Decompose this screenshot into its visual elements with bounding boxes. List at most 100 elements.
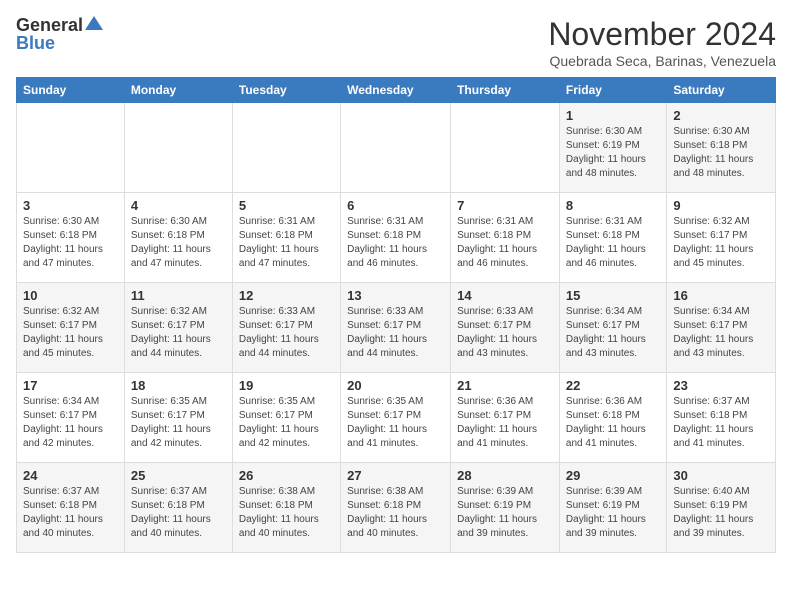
day-info: Sunrise: 6:33 AMSunset: 6:17 PMDaylight:… (457, 305, 553, 361)
month-title: November 2024 (548, 16, 776, 53)
day-number: 13 (347, 288, 444, 303)
day-number: 28 (457, 468, 553, 483)
calendar-cell: 4Sunrise: 6:30 AMSunset: 6:18 PMDaylight… (124, 193, 232, 283)
calendar-week-row: 17 Sunrise: 6:34 AMSunset: 6:17 PMDayligh… (17, 373, 776, 463)
day-info: Sunrise: 6:33 AMSunset: 6:17 PMDaylight:… (347, 305, 444, 361)
calendar-cell: 19Sunrise: 6:35 AMSunset: 6:17 PMDayligh… (232, 373, 340, 463)
calendar-cell: 11Sunrise: 6:32 AMSunset: 6:17 PMDayligh… (124, 283, 232, 373)
calendar-cell (17, 103, 125, 193)
day-number: 8 (566, 198, 660, 213)
day-info: Sunrise: 6:34 AMSunset: 6:17 PMDaylight:… (23, 395, 118, 451)
day-info: Sunrise: 6:37 AMSunset: 6:18 PMDaylight:… (673, 395, 769, 451)
day-number: 5 (239, 198, 334, 213)
day-number: 29 (566, 468, 660, 483)
logo: General Blue (16, 16, 103, 54)
calendar-cell (451, 103, 560, 193)
day-info: Sunrise: 6:33 AMSunset: 6:17 PMDaylight:… (239, 305, 334, 361)
title-section: November 2024 Quebrada Seca, Barinas, Ve… (548, 16, 776, 69)
calendar-cell: 23 Sunrise: 6:37 AMSunset: 6:18 PMDayligh… (667, 373, 776, 463)
day-info: Sunrise: 6:35 AMSunset: 6:17 PMDaylight:… (131, 395, 226, 451)
calendar-cell: 26 Sunrise: 6:38 AMSunset: 6:18 PMDayligh… (232, 463, 340, 553)
calendar-cell (124, 103, 232, 193)
day-info: Sunrise: 6:34 AMSunset: 6:17 PMDaylight:… (673, 305, 769, 361)
calendar-cell: 6 Sunrise: 6:31 AMSunset: 6:18 PMDaylight… (341, 193, 451, 283)
weekday-header-wednesday: Wednesday (341, 78, 451, 103)
weekday-header-tuesday: Tuesday (232, 78, 340, 103)
day-info: Sunrise: 6:40 AMSunset: 6:19 PMDaylight:… (673, 485, 769, 541)
calendar-cell: 21 Sunrise: 6:36 AMSunset: 6:17 PMDayligh… (451, 373, 560, 463)
day-number: 1 (566, 108, 660, 123)
calendar-week-row: 3 Sunrise: 6:30 AMSunset: 6:18 PMDaylight… (17, 193, 776, 283)
day-info: Sunrise: 6:37 AMSunset: 6:18 PMDaylight:… (131, 485, 226, 541)
calendar-cell: 15 Sunrise: 6:34 AMSunset: 6:17 PMDayligh… (559, 283, 666, 373)
day-number: 7 (457, 198, 553, 213)
calendar-cell: 7 Sunrise: 6:31 AMSunset: 6:18 PMDaylight… (451, 193, 560, 283)
day-info: Sunrise: 6:38 AMSunset: 6:18 PMDaylight:… (239, 485, 334, 541)
day-number: 25 (131, 468, 226, 483)
calendar-cell: 30Sunrise: 6:40 AMSunset: 6:19 PMDayligh… (667, 463, 776, 553)
day-info: Sunrise: 6:36 AMSunset: 6:18 PMDaylight:… (566, 395, 660, 451)
weekday-header-sunday: Sunday (17, 78, 125, 103)
calendar-cell: 9 Sunrise: 6:32 AMSunset: 6:17 PMDaylight… (667, 193, 776, 283)
day-info: Sunrise: 6:35 AMSunset: 6:17 PMDaylight:… (239, 395, 334, 451)
day-number: 21 (457, 378, 553, 393)
day-number: 18 (131, 378, 226, 393)
day-info: Sunrise: 6:30 AMSunset: 6:18 PMDaylight:… (131, 215, 226, 271)
calendar-cell: 28 Sunrise: 6:39 AMSunset: 6:19 PMDayligh… (451, 463, 560, 553)
calendar-body: 1Sunrise: 6:30 AMSunset: 6:19 PMDaylight… (17, 103, 776, 553)
calendar-cell (341, 103, 451, 193)
calendar-cell: 1Sunrise: 6:30 AMSunset: 6:19 PMDaylight… (559, 103, 666, 193)
day-number: 2 (673, 108, 769, 123)
logo-triangle-icon (85, 16, 103, 30)
day-info: Sunrise: 6:31 AMSunset: 6:18 PMDaylight:… (457, 215, 553, 271)
day-number: 3 (23, 198, 118, 213)
weekday-header-saturday: Saturday (667, 78, 776, 103)
calendar-cell: 17 Sunrise: 6:34 AMSunset: 6:17 PMDayligh… (17, 373, 125, 463)
calendar-week-row: 1Sunrise: 6:30 AMSunset: 6:19 PMDaylight… (17, 103, 776, 193)
day-info: Sunrise: 6:30 AMSunset: 6:18 PMDaylight:… (23, 215, 118, 271)
location-title: Quebrada Seca, Barinas, Venezuela (548, 53, 776, 69)
day-number: 17 (23, 378, 118, 393)
weekday-header-monday: Monday (124, 78, 232, 103)
day-info: Sunrise: 6:32 AMSunset: 6:17 PMDaylight:… (673, 215, 769, 271)
day-number: 27 (347, 468, 444, 483)
weekday-header-row: SundayMondayTuesdayWednesdayThursdayFrid… (17, 78, 776, 103)
calendar-table: SundayMondayTuesdayWednesdayThursdayFrid… (16, 77, 776, 553)
day-info: Sunrise: 6:32 AMSunset: 6:17 PMDaylight:… (23, 305, 118, 361)
calendar-cell: 29 Sunrise: 6:39 AMSunset: 6:19 PMDayligh… (559, 463, 666, 553)
day-info: Sunrise: 6:39 AMSunset: 6:19 PMDaylight:… (457, 485, 553, 541)
day-number: 6 (347, 198, 444, 213)
weekday-header-friday: Friday (559, 78, 666, 103)
day-info: Sunrise: 6:37 AMSunset: 6:18 PMDaylight:… (23, 485, 118, 541)
day-info: Sunrise: 6:31 AMSunset: 6:18 PMDaylight:… (566, 215, 660, 271)
calendar-cell: 2 Sunrise: 6:30 AMSunset: 6:18 PMDaylight… (667, 103, 776, 193)
day-number: 11 (131, 288, 226, 303)
calendar-week-row: 10Sunrise: 6:32 AMSunset: 6:17 PMDayligh… (17, 283, 776, 373)
calendar-cell: 14 Sunrise: 6:33 AMSunset: 6:17 PMDayligh… (451, 283, 560, 373)
day-info: Sunrise: 6:31 AMSunset: 6:18 PMDaylight:… (239, 215, 334, 271)
day-number: 15 (566, 288, 660, 303)
logo-general-text: General (16, 16, 83, 34)
logo-blue-text: Blue (16, 33, 55, 53)
calendar-cell: 24 Sunrise: 6:37 AMSunset: 6:18 PMDayligh… (17, 463, 125, 553)
day-info: Sunrise: 6:31 AMSunset: 6:18 PMDaylight:… (347, 215, 444, 271)
day-number: 23 (673, 378, 769, 393)
day-number: 24 (23, 468, 118, 483)
calendar-week-row: 24 Sunrise: 6:37 AMSunset: 6:18 PMDayligh… (17, 463, 776, 553)
calendar-cell: 5 Sunrise: 6:31 AMSunset: 6:18 PMDaylight… (232, 193, 340, 283)
day-number: 22 (566, 378, 660, 393)
day-info: Sunrise: 6:39 AMSunset: 6:19 PMDaylight:… (566, 485, 660, 541)
calendar-cell: 20Sunrise: 6:35 AMSunset: 6:17 PMDayligh… (341, 373, 451, 463)
calendar-cell: 12Sunrise: 6:33 AMSunset: 6:17 PMDayligh… (232, 283, 340, 373)
weekday-header-thursday: Thursday (451, 78, 560, 103)
day-info: Sunrise: 6:30 AMSunset: 6:18 PMDaylight:… (673, 125, 769, 181)
day-number: 26 (239, 468, 334, 483)
day-number: 9 (673, 198, 769, 213)
day-info: Sunrise: 6:38 AMSunset: 6:18 PMDaylight:… (347, 485, 444, 541)
calendar-cell: 22 Sunrise: 6:36 AMSunset: 6:18 PMDayligh… (559, 373, 666, 463)
day-number: 14 (457, 288, 553, 303)
day-info: Sunrise: 6:36 AMSunset: 6:17 PMDaylight:… (457, 395, 553, 451)
day-info: Sunrise: 6:34 AMSunset: 6:17 PMDaylight:… (566, 305, 660, 361)
calendar-cell: 16Sunrise: 6:34 AMSunset: 6:17 PMDayligh… (667, 283, 776, 373)
calendar-cell: 8 Sunrise: 6:31 AMSunset: 6:18 PMDaylight… (559, 193, 666, 283)
